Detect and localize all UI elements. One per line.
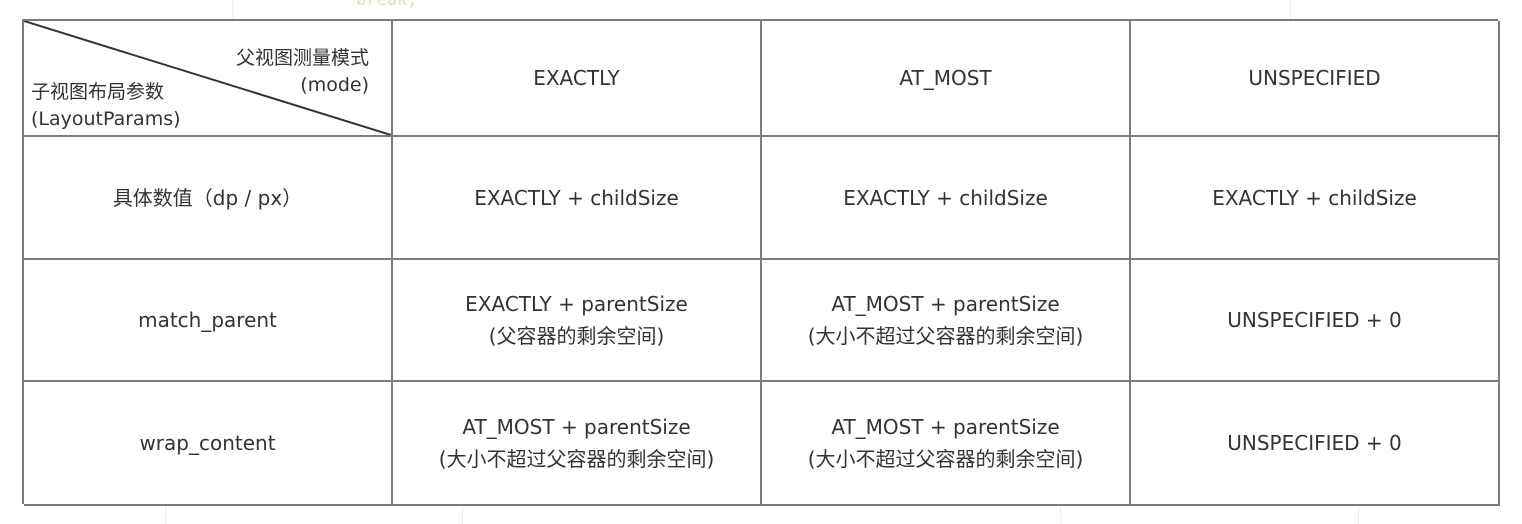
- background-guide-line: [232, 0, 233, 19]
- cell-text: AT_MOST + parentSize: [831, 415, 1060, 439]
- cell-note: (大小不超过父容器的剩余空间): [807, 324, 1084, 348]
- background-guide-line: [165, 504, 166, 524]
- row-header-label: match_parent: [138, 308, 277, 332]
- column-axis-label: 父视图测量模式 (mode): [236, 45, 369, 99]
- background-code-snippet: break;: [356, 0, 418, 10]
- row-axis-subtitle: (LayoutParams): [31, 108, 181, 130]
- cell-text: EXACTLY + parentSize: [465, 292, 688, 316]
- background-guide-line: [1060, 504, 1061, 524]
- table-cell: AT_MOST + parentSize (大小不超过父容器的剩余空间): [762, 382, 1131, 506]
- column-header-label: EXACTLY: [533, 66, 620, 90]
- column-header-label: UNSPECIFIED: [1248, 66, 1381, 90]
- column-header-unspecified: UNSPECIFIED: [1131, 21, 1500, 137]
- cell-text: EXACTLY + childSize: [1212, 185, 1417, 210]
- background-guide-line: [1358, 504, 1359, 524]
- table-cell: EXACTLY + childSize: [393, 137, 762, 260]
- cell-note: (大小不超过父容器的剩余空间): [438, 447, 715, 471]
- table-cell: UNSPECIFIED + 0: [1131, 382, 1500, 506]
- row-header-match-parent: match_parent: [24, 260, 393, 382]
- column-header-exactly: EXACTLY: [393, 21, 762, 137]
- cell-text: UNSPECIFIED + 0: [1227, 431, 1402, 455]
- column-header-at-most: AT_MOST: [762, 21, 1131, 137]
- table-cell: EXACTLY + parentSize (父容器的剩余空间): [393, 260, 762, 382]
- row-header-label: 具体数值（dp / px）: [112, 185, 303, 210]
- column-header-label: AT_MOST: [899, 66, 992, 90]
- table-cell: AT_MOST + parentSize (大小不超过父容器的剩余空间): [393, 382, 762, 506]
- row-header-wrap-content: wrap_content: [24, 382, 393, 506]
- corner-header-cell: 父视图测量模式 (mode) 子视图布局参数 (LayoutParams): [24, 21, 393, 137]
- background-guide-line: [1290, 0, 1291, 19]
- cell-text: UNSPECIFIED + 0: [1227, 308, 1402, 332]
- table-cell: UNSPECIFIED + 0: [1131, 260, 1500, 382]
- column-axis-subtitle: (mode): [300, 74, 369, 96]
- row-axis-label: 子视图布局参数 (LayoutParams): [31, 79, 181, 133]
- measure-spec-table: 父视图测量模式 (mode) 子视图布局参数 (LayoutParams) EX…: [22, 19, 1500, 506]
- cell-text: EXACTLY + childSize: [474, 185, 679, 210]
- cell-text: AT_MOST + parentSize: [462, 415, 691, 439]
- column-axis-title: 父视图测量模式: [235, 47, 369, 69]
- cell-text: AT_MOST + parentSize: [831, 292, 1060, 316]
- row-axis-title: 子视图布局参数: [31, 81, 165, 103]
- row-header-label: wrap_content: [139, 431, 276, 455]
- table-cell: AT_MOST + parentSize (大小不超过父容器的剩余空间): [762, 260, 1131, 382]
- table-cell: EXACTLY + childSize: [762, 137, 1131, 260]
- cell-note: (父容器的剩余空间): [488, 324, 665, 348]
- cell-text: EXACTLY + childSize: [843, 185, 1048, 210]
- cell-note: (大小不超过父容器的剩余空间): [807, 447, 1084, 471]
- background-guide-line: [462, 504, 463, 524]
- table-cell: EXACTLY + childSize: [1131, 137, 1500, 260]
- row-header-concrete-value: 具体数值（dp / px）: [24, 137, 393, 260]
